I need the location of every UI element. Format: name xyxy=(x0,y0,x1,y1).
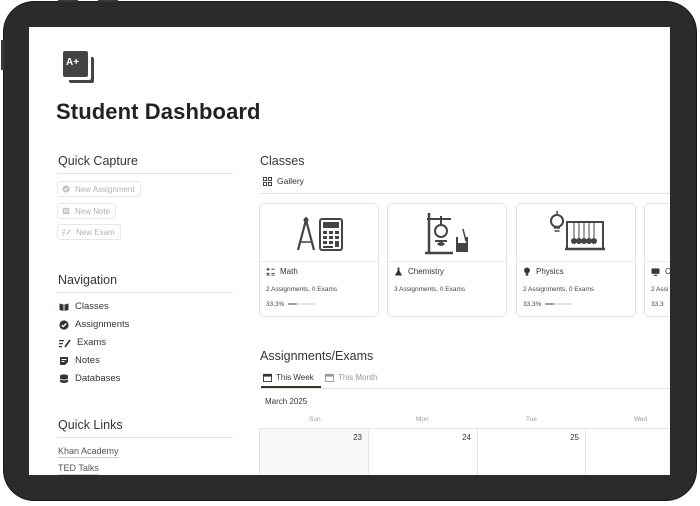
class-name: Physics xyxy=(536,267,564,276)
divider xyxy=(259,388,670,389)
calendar-day-cell[interactable] xyxy=(585,429,670,475)
nav-item-databases[interactable]: Databases xyxy=(59,373,120,384)
svg-text:A+: A+ xyxy=(66,57,79,68)
calendar-icon xyxy=(325,373,334,382)
nav-item-label: Exams xyxy=(77,337,107,348)
tab-this-week-label: This Week xyxy=(276,373,314,382)
class-name: C xyxy=(665,267,670,276)
tab-gallery-label: Gallery xyxy=(277,176,304,186)
nav-item-exams[interactable]: Exams xyxy=(59,337,106,348)
nav-item-notes[interactable]: Notes xyxy=(59,355,100,366)
card-cover xyxy=(260,204,378,262)
progress-text: 33.3% xyxy=(523,301,542,308)
bulb-small-icon xyxy=(524,267,530,276)
new-assignment-button[interactable]: New Assignment xyxy=(57,181,141,197)
tab-this-week[interactable]: This Week xyxy=(263,373,314,382)
class-counts: 2 Assi xyxy=(651,286,669,293)
calculator-small-icon xyxy=(266,267,275,276)
calendar-day-cell[interactable]: 24 xyxy=(368,429,477,475)
card-cover xyxy=(517,204,635,262)
class-card-chemistry[interactable]: Chemistry 3 Assignments, 0 Exams xyxy=(387,203,507,317)
check-circle-icon xyxy=(62,185,70,193)
math-icon xyxy=(296,215,343,251)
class-counts: 2 Assignments, 0 Exams xyxy=(523,286,595,293)
nav-item-label: Notes xyxy=(75,355,100,366)
quick-link-ted-talks[interactable]: TED Talks xyxy=(58,463,99,475)
monitor-icon xyxy=(651,267,660,276)
divider xyxy=(259,193,670,194)
calendar-icon xyxy=(263,373,272,382)
class-counts: 2 Assignments, 0 Exams xyxy=(266,286,338,293)
weekday-label: Mon xyxy=(416,416,429,423)
progress-bar xyxy=(545,303,573,305)
tab-this-month-label: This Month xyxy=(338,373,378,382)
tablet-button xyxy=(58,0,78,2)
class-name: Math xyxy=(280,267,298,276)
calendar-month-label: March 2025 xyxy=(265,397,308,406)
classes-heading: Classes xyxy=(260,154,305,168)
quick-links-heading: Quick Links xyxy=(58,418,123,432)
nav-item-label: Databases xyxy=(75,373,121,384)
notion-page: A+ Student Dashboard Quick Capture New A… xyxy=(29,27,670,475)
nav-item-label: Assignments xyxy=(75,319,130,330)
calendar-grid: 23 24 25 xyxy=(259,428,670,475)
divider xyxy=(57,173,233,174)
new-note-label: New Note xyxy=(75,206,111,216)
card-title: Physics xyxy=(523,267,564,276)
class-name: Chemistry xyxy=(408,267,445,276)
progress-text: 33.3% xyxy=(266,301,285,308)
nav-item-label: Classes xyxy=(75,301,109,312)
nav-item-classes[interactable]: Classes xyxy=(59,301,109,312)
card-title: C xyxy=(651,267,670,276)
progress-text: 33.3 xyxy=(651,301,664,308)
divider xyxy=(57,292,233,293)
day-number: 25 xyxy=(570,433,579,442)
tab-gallery[interactable]: Gallery xyxy=(263,176,304,186)
tablet-side-button xyxy=(1,40,4,70)
progress-bar xyxy=(288,303,316,305)
note-icon xyxy=(60,356,68,365)
class-counts: 3 Assignments, 0 Exams xyxy=(394,286,466,293)
assignments-exams-heading: Assignments/Exams xyxy=(260,349,374,363)
class-card-partial[interactable]: C 2 Assi 33.3 xyxy=(644,203,670,317)
weekday-label: Sun xyxy=(309,416,321,423)
exam-icon xyxy=(59,338,71,348)
progress-fill xyxy=(288,303,298,305)
tab-this-month[interactable]: This Month xyxy=(325,373,378,382)
day-number: 24 xyxy=(462,433,471,442)
flask-small-icon xyxy=(394,267,403,276)
card-title: Math xyxy=(266,267,298,276)
card-cover xyxy=(645,204,670,262)
check-circle-icon xyxy=(59,319,69,330)
day-number: 23 xyxy=(353,433,362,442)
progress-fill xyxy=(545,303,555,305)
divider xyxy=(57,437,233,438)
weekday-label: Wed xyxy=(634,416,648,423)
gallery-icon xyxy=(263,176,272,186)
quick-capture-heading: Quick Capture xyxy=(58,154,138,168)
quick-link-khan-academy[interactable]: Khan Academy xyxy=(58,446,119,458)
new-note-button[interactable]: New Note xyxy=(57,203,117,219)
calendar-day-cell[interactable]: 23 xyxy=(259,429,368,475)
database-icon xyxy=(59,373,69,383)
tablet-button xyxy=(98,0,118,2)
exam-icon xyxy=(62,229,71,236)
nav-item-assignments[interactable]: Assignments xyxy=(59,319,129,330)
calendar-day-cell[interactable]: 25 xyxy=(477,429,585,475)
page-title: Student Dashboard xyxy=(56,99,261,124)
bulb-icon xyxy=(550,211,605,251)
new-exam-button[interactable]: New Exam xyxy=(57,224,121,240)
flask-icon xyxy=(425,213,468,255)
weekday-label: Tue xyxy=(526,416,537,423)
note-icon xyxy=(62,207,70,215)
class-card-math[interactable]: Math 2 Assignments, 0 Exams 33.3% xyxy=(259,203,379,317)
card-cover xyxy=(388,204,506,262)
new-exam-label: New Exam xyxy=(76,227,115,237)
class-card-physics[interactable]: Physics 2 Assignments, 0 Exams 33.3% xyxy=(516,203,636,317)
new-assignment-label: New Assignment xyxy=(75,184,135,194)
card-title: Chemistry xyxy=(394,267,444,276)
navigation-heading: Navigation xyxy=(58,273,118,287)
grade-a-plus-icon: A+ xyxy=(63,51,94,83)
book-icon xyxy=(59,303,69,311)
